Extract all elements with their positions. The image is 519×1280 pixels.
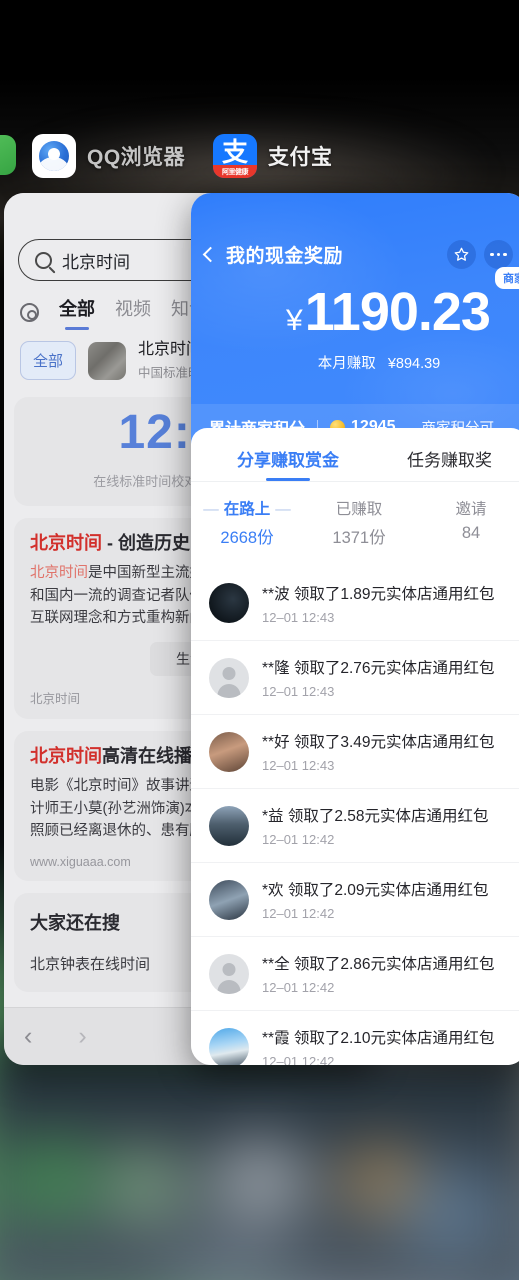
currency-symbol: ¥: [286, 304, 303, 337]
page-title: 我的现金奖励: [226, 246, 344, 267]
list-item[interactable]: **好 领取了3.49元实体店通用红包 12–01 12:43: [191, 714, 519, 788]
alipay-icon-ribbon: 阿里健康: [213, 165, 257, 178]
reward-feed-list: **波 领取了1.89元实体店通用红包 12–01 12:43 **隆 领取了2…: [191, 566, 519, 1065]
list-item-text: **霞 领取了2.10元实体店通用红包 12–01 12:42: [262, 1026, 495, 1065]
stat-invited-label: 邀请: [455, 501, 487, 518]
list-item-text: *益 领取了2.58元实体店通用红包 12–01 12:42: [262, 804, 489, 847]
list-item-title: **好 领取了3.49元实体店通用红包: [262, 734, 495, 751]
alipay-content-sheet: 分享赚取赏金 任务赚取奖 — 在路上 — 2668份 已赚取 1371份 邀请 84: [191, 428, 519, 1065]
stat-on-the-way[interactable]: — 在路上 — 2668份: [191, 497, 303, 548]
list-item-time: 12–01 12:43: [262, 609, 335, 625]
tab-video[interactable]: 视频: [115, 295, 151, 330]
app-chip-label-qq: QQ浏览器: [87, 146, 186, 169]
avatar: [209, 1027, 249, 1065]
task-card-alipay[interactable]: 我的现金奖励 商家 ¥ 1190.23 本月赚: [191, 193, 519, 1065]
reward-amount-row: ¥ 1190.23: [191, 285, 519, 339]
merchant-badge[interactable]: 商家: [495, 267, 519, 289]
month-earning-row: 本月赚取 ¥894.39: [191, 352, 519, 373]
alipay-tab-bar: 分享赚取赏金 任务赚取奖: [191, 428, 519, 482]
list-item-text: **好 领取了3.49元实体店通用红包 12–01 12:43: [262, 730, 495, 773]
list-item-time: 12–01 12:42: [262, 906, 335, 921]
list-item[interactable]: **霞 领取了2.10元实体店通用红包 12–01 12:42: [191, 1010, 519, 1065]
tab-share-bounty[interactable]: 分享赚取赏金: [237, 446, 339, 481]
stat-invited[interactable]: 邀请 84: [415, 497, 519, 548]
month-earning-amount: ¥894.39: [387, 356, 441, 372]
list-item-text: **波 领取了1.89元实体店通用红包 12–01 12:43: [262, 582, 495, 625]
recent-apps-screen: QQ浏览器 支 阿里健康 支付宝 北京时间 全部 视频 知识 全部 北京时间 中…: [0, 0, 519, 1280]
list-item-text: **全 领取了2.86元实体店通用红包 12–01 12:42: [262, 952, 495, 995]
alipay-icon: 支 阿里健康: [213, 134, 257, 178]
list-item-text: **隆 领取了2.76元实体店通用红包 12–01 12:43: [262, 656, 495, 699]
stats-row: — 在路上 — 2668份 已赚取 1371份 邀请 84: [191, 482, 519, 566]
more-dots-icon: [490, 252, 507, 257]
avatar: [209, 879, 249, 920]
alipay-top-bar: 我的现金奖励: [191, 193, 519, 269]
back-chevron-icon[interactable]: [202, 246, 219, 263]
list-item-title: **霞 领取了2.10元实体店通用红包: [262, 1030, 495, 1047]
avatar: [209, 583, 249, 623]
alipay-top-icons: [447, 240, 513, 269]
list-item-time: 12–01 12:42: [262, 832, 335, 847]
favorite-button[interactable]: [447, 240, 476, 269]
list-item-time: 12–01 12:43: [262, 684, 335, 699]
chevron-left-icon[interactable]: ‹: [24, 1024, 32, 1049]
list-item-title: **隆 领取了2.76元实体店通用红包: [262, 660, 495, 677]
tab-all[interactable]: 全部: [59, 295, 95, 330]
stat-earned-value: 1371份: [332, 529, 386, 547]
stat-earned-label: 已赚取: [335, 501, 383, 518]
chevron-right-icon[interactable]: ›: [78, 1024, 86, 1049]
knowledge-card-thumbnail: [88, 341, 127, 380]
list-item[interactable]: *欢 领取了2.09元实体店通用红包 12–01 12:42: [191, 862, 519, 936]
list-item[interactable]: *益 领取了2.58元实体店通用红包 12–01 12:42: [191, 788, 519, 862]
app-chip-label-alipay: 支付宝: [268, 146, 333, 169]
gear-icon[interactable]: [20, 303, 39, 322]
avatar: [209, 731, 249, 772]
list-item-time: 12–01 12:42: [262, 980, 335, 995]
stat-on-the-way-label: — 在路上 —: [203, 501, 291, 518]
avatar: [209, 805, 249, 846]
list-item-title: **波 领取了1.89元实体店通用红包: [262, 585, 495, 603]
stat-invited-value: 84: [461, 524, 481, 542]
filter-pill-all[interactable]: 全部: [20, 341, 77, 380]
search-icon: [35, 251, 52, 269]
edge-app-icon[interactable]: [0, 135, 16, 175]
tab-task-reward[interactable]: 任务赚取奖: [407, 446, 492, 481]
search-input-value: 北京时间: [62, 252, 130, 272]
app-chip-row: QQ浏览器 支 阿里健康 支付宝: [0, 130, 519, 186]
month-earning-label: 本月赚取: [317, 356, 376, 372]
list-item-time: 12–01 12:42: [262, 1054, 335, 1065]
app-chip-qq-browser[interactable]: QQ浏览器: [32, 134, 185, 178]
wallpaper-blur-bottom: [0, 1040, 519, 1280]
stat-on-the-way-value: 2668份: [220, 529, 274, 547]
qq-browser-icon: [32, 134, 76, 178]
list-item-title: **全 领取了2.86元实体店通用红包: [262, 956, 495, 973]
star-icon: [454, 247, 469, 261]
avatar: [209, 657, 249, 698]
list-item-time: 12–01 12:43: [262, 758, 335, 773]
alipay-hero-header: 我的现金奖励 商家 ¥ 1190.23 本月赚: [191, 193, 519, 450]
list-item[interactable]: **波 领取了1.89元实体店通用红包 12–01 12:43: [191, 566, 519, 640]
list-item-title: *欢 领取了2.09元实体店通用红包: [262, 882, 489, 899]
list-item-text: *欢 领取了2.09元实体店通用红包 12–01 12:42: [262, 878, 489, 921]
list-item-title: *益 领取了2.58元实体店通用红包: [262, 808, 489, 825]
reward-amount: 1190.23: [304, 282, 491, 342]
app-chip-alipay[interactable]: 支 阿里健康 支付宝: [213, 134, 333, 178]
stat-earned[interactable]: 已赚取 1371份: [303, 497, 415, 548]
list-item[interactable]: **隆 领取了2.76元实体店通用红包 12–01 12:43: [191, 640, 519, 714]
more-button[interactable]: [484, 240, 513, 269]
list-item[interactable]: **全 领取了2.86元实体店通用红包 12–01 12:42: [191, 936, 519, 1010]
avatar: [209, 953, 249, 994]
